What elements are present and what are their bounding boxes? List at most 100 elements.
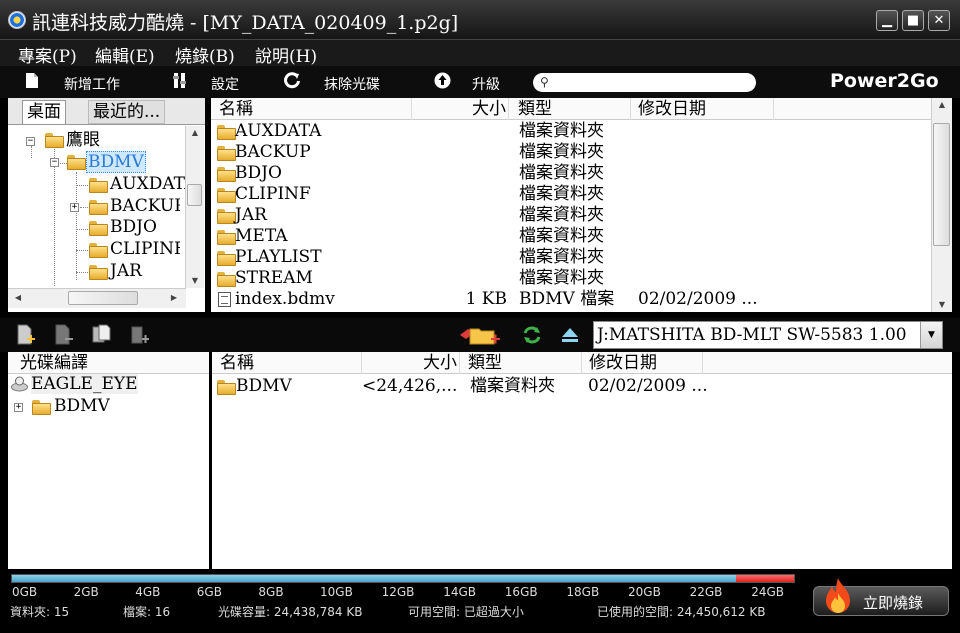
erase-disc-icon[interactable] [284,72,300,90]
tree-item-eagle-eye[interactable]: 鷹眼 [66,130,100,150]
scroll-thumb[interactable] [68,291,138,305]
tree-expander-bdmv[interactable]: − [50,158,59,167]
column-modified[interactable]: 修改日期 [585,352,703,374]
capacity-scale-label: 2GB [73,585,99,599]
file-date: 02/02/2009 ... [638,289,758,309]
capacity-scale-label: 18GB [566,585,600,599]
tab-recent[interactable]: 最近的... [88,100,166,124]
column-size[interactable]: 大小 [362,352,460,374]
refresh-icon[interactable] [522,324,542,346]
capacity-scale-label: 10GB [320,585,353,599]
tab-desktop[interactable]: 桌面 [22,100,66,124]
source-tree-hscrollbar[interactable]: ◀ ▶ [8,288,186,308]
column-name[interactable]: 名稱 [216,352,362,374]
file-name: AUXDATA [235,121,322,141]
erase-disc-button[interactable]: 抹除光碟 [324,74,380,94]
burn-now-button[interactable]: 立即燒錄 [813,578,949,616]
column-modified[interactable]: 修改日期 [634,98,774,120]
chevron-down-icon[interactable]: ▼ [920,322,942,348]
scroll-up-arrow-icon[interactable]: ▲ [932,98,952,112]
minimize-button[interactable]: ▁ [876,10,898,31]
list-item[interactable]: BACKUP 檔案資料夾 [211,142,931,163]
file-name: index.bdmv [235,289,335,309]
settings-button[interactable]: 設定 [211,74,239,94]
list-item[interactable]: JAR 檔案資料夾 [211,205,931,226]
folder-icon [67,155,86,170]
file-type: 檔案資料夾 [519,142,604,162]
menu-project[interactable]: 專案(P) [18,42,77,67]
scroll-thumb[interactable] [933,123,950,246]
add-file-icon[interactable] [16,324,36,346]
column-name[interactable]: 名稱 [215,98,412,120]
drive-select-value: J:MATSHITA BD-MLT SW-5583 1.00 [597,325,907,345]
tree-expander-backup[interactable]: + [70,203,79,212]
file-type: 檔案資料夾 [519,268,604,288]
upgrade-icon[interactable] [434,72,451,90]
source-list-header: 名稱 大小 類型 修改日期 [211,98,931,120]
capacity-scale-label: 14GB [443,585,476,599]
capacity-scale-label: 12GB [381,585,415,599]
flame-icon [822,577,854,615]
new-folder-icon[interactable] [458,324,502,346]
scroll-right-arrow-icon[interactable]: ▶ [168,291,180,305]
tree-item-auxdata[interactable]: AUXDATA [110,174,196,194]
menu-burn[interactable]: 燒錄(B) [175,42,235,67]
tree-item-jar[interactable]: JAR [110,261,142,281]
tree-expander-disc-bdmv[interactable]: + [14,403,23,412]
disc-icon [11,376,28,393]
source-tree-vscrollbar[interactable]: ▲ ▼ [185,126,204,288]
source-list-vscrollbar[interactable]: ▲ ▼ [931,98,952,312]
search-input[interactable]: ⚲ [533,73,756,92]
scroll-down-arrow-icon[interactable]: ▼ [186,274,204,288]
folder-icon [89,178,108,193]
new-task-button[interactable]: 新增工作 [64,74,120,94]
burn-now-label: 立即燒錄 [863,594,924,612]
tree-item-clipinf[interactable]: CLIPINF [110,239,180,259]
scroll-left-arrow-icon[interactable]: ◀ [12,291,24,305]
scroll-thumb[interactable] [187,184,202,206]
tree-item-backup[interactable]: BACKUP [110,196,180,216]
file-type: 檔案資料夾 [519,184,604,204]
upgrade-button[interactable]: 升級 [472,74,500,94]
disc-tree-title: 光碟編譯 [20,353,88,373]
new-task-icon[interactable] [24,72,40,90]
list-item[interactable]: META 檔案資料夾 [211,226,931,247]
folder-icon [45,133,64,148]
list-item[interactable]: AUXDATA 檔案資料夾 [211,121,931,142]
folder-icon [217,251,236,266]
eject-icon[interactable] [560,324,580,346]
drive-select[interactable]: J:MATSHITA BD-MLT SW-5583 1.00 ▼ [593,321,943,349]
add-folder-disc-icon[interactable] [130,324,150,346]
file-icon [218,292,231,307]
folder-icon [89,265,108,280]
remove-file-icon[interactable] [54,324,74,346]
disc-list-row[interactable]: BDMV <24,426,... 檔案資料夾 02/02/2009 ... [212,376,952,397]
tree-expander-eagle-eye[interactable]: − [26,137,35,146]
menu-help[interactable]: 說明(H) [255,42,317,67]
list-item[interactable]: STREAM 檔案資料夾 [211,268,931,289]
file-type: 檔案資料夾 [519,247,604,267]
folder-icon [32,400,51,415]
file-type: 檔案資料夾 [519,226,604,246]
column-type[interactable]: 類型 [464,352,582,374]
menu-edit[interactable]: 編輯(E) [95,42,155,67]
list-item[interactable]: CLIPINF 檔案資料夾 [211,184,931,205]
column-type[interactable]: 類型 [514,98,631,120]
disc-tree-item-bdmv[interactable]: BDMV [54,396,110,416]
tree-item-bdjo[interactable]: BDJO [110,217,157,237]
scroll-up-arrow-icon[interactable]: ▲ [186,126,204,140]
capacity-over-fill [736,575,794,582]
maximize-button[interactable]: ■ [902,10,924,31]
folder-icon [217,188,236,203]
disc-root-label[interactable]: EAGLE_EYE [31,374,138,394]
tree-item-bdmv[interactable]: BDMV [86,151,146,173]
list-item[interactable]: index.bdmv 1 KB BDMV 檔案 02/02/2009 ... [211,289,931,310]
settings-icon[interactable] [172,72,188,90]
list-item[interactable]: PLAYLIST 檔案資料夾 [211,247,931,268]
scroll-down-arrow-icon[interactable]: ▼ [932,298,952,312]
copy-file-icon[interactable] [92,324,112,346]
close-button[interactable]: ✕ [928,10,950,31]
list-item[interactable]: BDJO 檔案資料夾 [211,163,931,184]
file-size: <24,426,... [362,376,458,396]
column-size[interactable]: 大小 [412,98,509,120]
